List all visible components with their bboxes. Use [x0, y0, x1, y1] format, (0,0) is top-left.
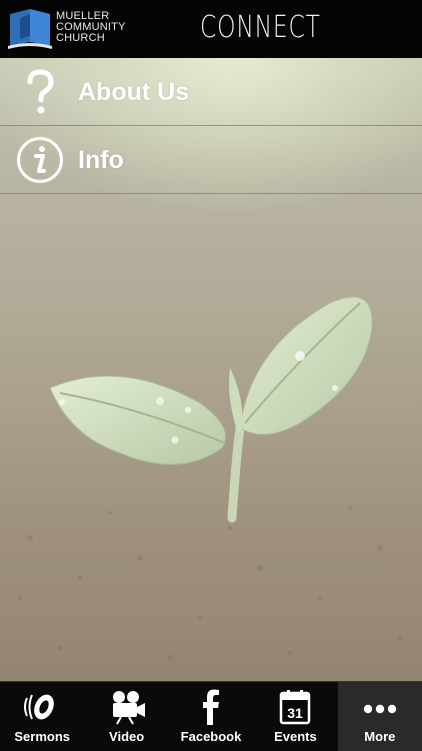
calendar-badge: 31 — [288, 705, 304, 721]
menu-item-label: About Us — [78, 78, 190, 106]
microphone-sound-icon — [24, 694, 55, 720]
main-content: About Us Info — [0, 58, 422, 681]
info-circle-icon — [17, 137, 63, 183]
menu-item-label: Info — [78, 146, 124, 174]
tab-label: More — [364, 729, 396, 744]
tab-more[interactable]: More — [337, 682, 422, 751]
menu-item-info[interactable]: Info — [0, 126, 422, 194]
more-dots-icon — [363, 704, 397, 714]
tab-label: Events — [274, 729, 317, 744]
logo-text: MUELLER COMMUNITY CHURCH — [56, 11, 126, 44]
tab-facebook[interactable]: Facebook — [169, 682, 253, 751]
logo-line-3: CHURCH — [56, 32, 105, 44]
tab-label: Video — [109, 729, 145, 744]
tab-label: Facebook — [180, 729, 242, 744]
app-header: MUELLER COMMUNITY CHURCH CONNECT — [0, 0, 422, 59]
video-camera-icon — [112, 691, 145, 725]
church-logo[interactable]: MUELLER COMMUNITY CHURCH — [6, 6, 156, 50]
bottom-tab-bar: Sermons Video Facebook 31 Events More — [0, 681, 422, 751]
tab-video[interactable]: Video — [84, 682, 168, 751]
calendar-icon: 31 — [280, 690, 311, 725]
connect-menu: About Us Info — [0, 58, 422, 194]
tab-events[interactable]: 31 Events — [253, 682, 337, 751]
tab-label: Sermons — [14, 729, 71, 744]
church-book-logo-icon — [8, 9, 52, 49]
menu-item-about-us[interactable]: About Us — [0, 58, 422, 126]
question-mark-icon — [27, 69, 54, 114]
tab-sermons[interactable]: Sermons — [0, 682, 84, 751]
facebook-icon — [203, 689, 220, 725]
page-title: CONNECT — [200, 10, 321, 45]
